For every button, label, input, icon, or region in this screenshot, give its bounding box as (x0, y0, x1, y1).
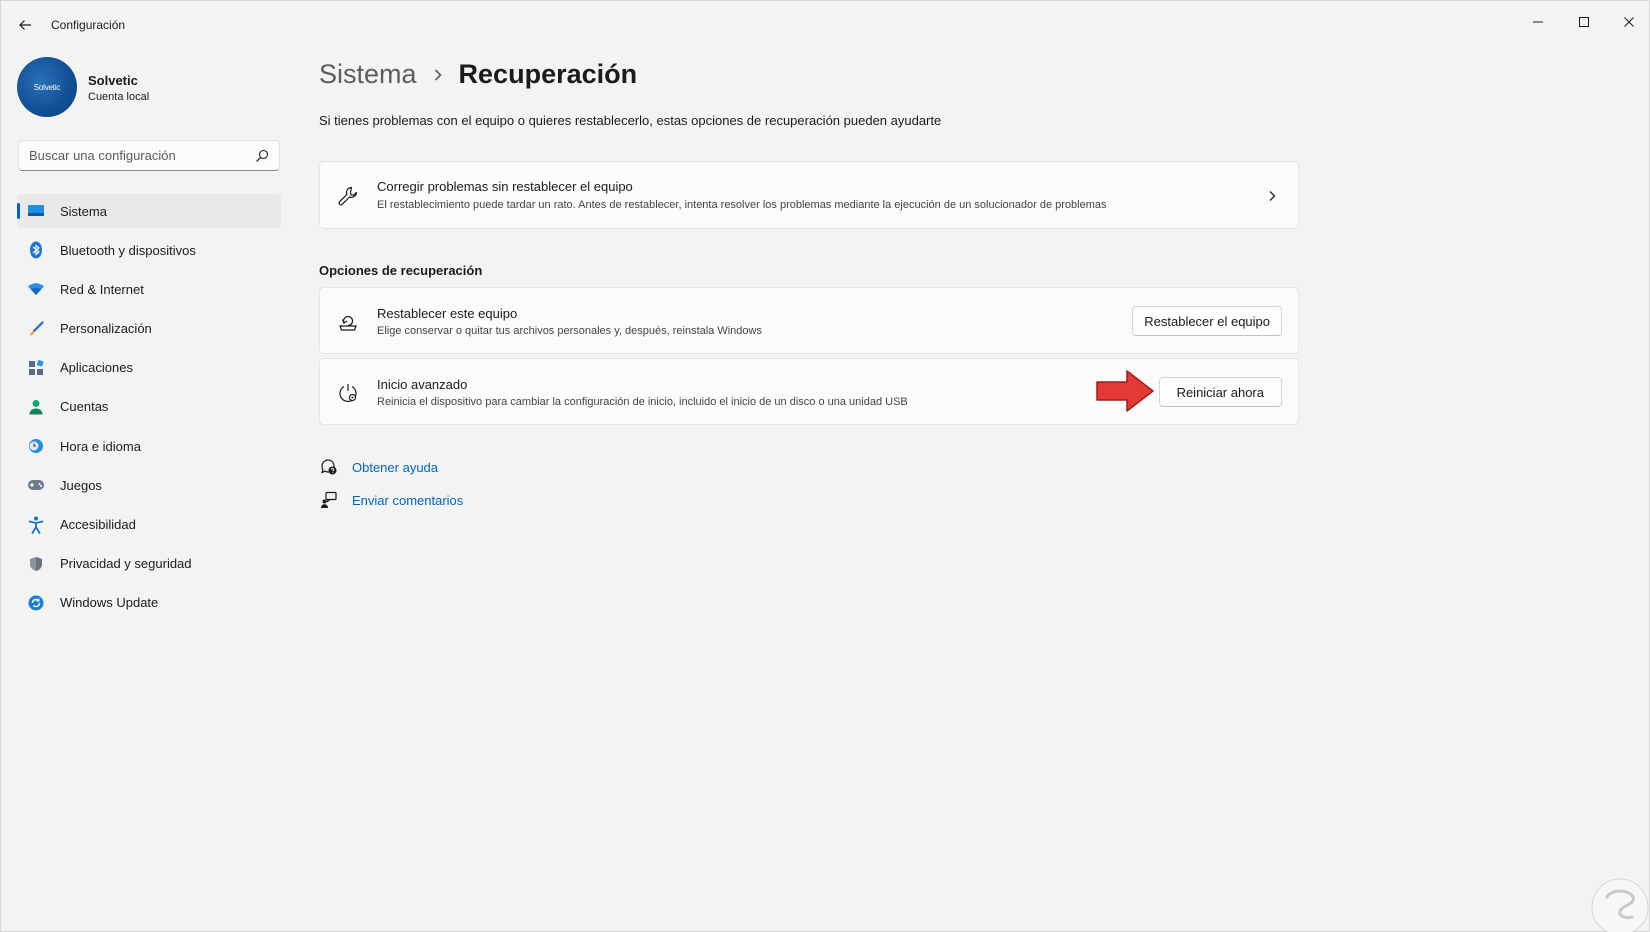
bluetooth-icon (27, 241, 45, 259)
sidebar-item-red[interactable]: Red & Internet (17, 272, 281, 306)
maximize-icon (1579, 17, 1589, 27)
send-feedback-text[interactable]: Enviar comentarios (352, 493, 463, 508)
app-title: Configuración (51, 18, 126, 32)
sidebar-item-privacidad[interactable]: Privacidad y seguridad (17, 547, 281, 581)
maximize-button[interactable] (1561, 7, 1607, 37)
fix-problems-subtitle: El restablecimiento puede tardar un rato… (377, 199, 1107, 211)
sidebar-item-bluetooth[interactable]: Bluetooth y dispositivos (17, 233, 281, 267)
sidebar-item-personalizacion[interactable]: Personalización (17, 312, 281, 346)
watermark-logo-icon (1591, 878, 1649, 932)
breadcrumb: Sistema Recuperación (319, 59, 637, 90)
page-title: Recuperación (458, 59, 638, 89)
search-box (18, 140, 280, 171)
avatar[interactable]: Solvetic (17, 57, 77, 117)
arrow-left-icon (19, 20, 31, 30)
minimize-button[interactable] (1515, 7, 1561, 37)
breadcrumb-separator (433, 68, 443, 82)
brush-icon (27, 320, 45, 338)
title-bar: Configuración (1, 1, 1649, 49)
minimize-icon (1533, 21, 1543, 23)
chevron-right-icon (434, 68, 442, 81)
close-icon (1624, 17, 1634, 27)
sidebar-item-label: Hora e idioma (60, 438, 141, 454)
clock-globe-icon (27, 437, 45, 455)
advanced-startup-title: Inicio avanzado (377, 377, 468, 392)
chevron-right-icon (1269, 191, 1276, 201)
sidebar-item-hora-idioma[interactable]: Hora e idioma (17, 429, 281, 463)
sidebar-item-label: Aplicaciones (60, 360, 133, 376)
back-button[interactable] (13, 13, 37, 37)
sidebar-item-accesibilidad[interactable]: Accesibilidad (17, 508, 281, 542)
search-icon[interactable] (255, 149, 269, 163)
sidebar-item-label: Juegos (60, 477, 102, 493)
feedback-icon (319, 490, 339, 510)
apps-icon (27, 359, 45, 377)
sidebar-item-label: Windows Update (60, 595, 159, 611)
search-input[interactable] (19, 141, 249, 170)
sidebar-item-label: Red & Internet (60, 281, 144, 297)
sidebar-item-juegos[interactable]: Juegos (17, 468, 281, 502)
sidebar-item-label: Privacidad y seguridad (60, 556, 192, 572)
sidebar-item-label: Personalización (60, 321, 152, 337)
profile-name: Solvetic (88, 73, 138, 88)
accessibility-icon (27, 516, 45, 534)
close-button[interactable] (1606, 7, 1650, 37)
restart-now-button[interactable]: Reiniciar ahora (1158, 377, 1282, 407)
sidebar-item-label: Cuentas (60, 399, 109, 415)
profile-account-type: Cuenta local (88, 91, 150, 103)
advanced-startup-icon (336, 381, 360, 405)
reset-pc-title: Restablecer este equipo (377, 306, 518, 321)
sidebar-item-cuentas[interactable]: Cuentas (17, 390, 281, 424)
help-icon (319, 457, 339, 477)
page-description: Si tienes problemas con el equipo o quie… (319, 113, 942, 128)
update-icon (27, 594, 45, 612)
person-icon (27, 398, 45, 416)
reset-pc-subtitle: Elige conservar o quitar tus archivos pe… (377, 325, 762, 337)
breadcrumb-parent[interactable]: Sistema (319, 59, 417, 90)
get-help-text[interactable]: Obtener ayuda (352, 460, 438, 475)
send-feedback-link[interactable]: Enviar comentarios (319, 490, 463, 510)
get-help-link[interactable]: Obtener ayuda (319, 457, 438, 477)
advanced-startup-subtitle: Reinicia el dispositivo para cambiar la … (377, 396, 908, 408)
fix-problems-card[interactable]: Corregir problemas sin restablecer el eq… (319, 161, 1299, 229)
wrench-icon (336, 184, 360, 208)
wifi-icon (27, 280, 45, 298)
fix-problems-title: Corregir problemas sin restablecer el eq… (377, 179, 633, 194)
red-arrow-annotation-icon (1096, 370, 1154, 412)
sidebar-item-label: Bluetooth y dispositivos (60, 242, 196, 258)
sidebar-item-label: Sistema (60, 203, 107, 219)
monitor-icon (27, 202, 45, 220)
sidebar-item-windows-update[interactable]: Windows Update (17, 586, 281, 620)
reset-pc-card: Restablecer este equipo Elige conservar … (319, 287, 1299, 354)
settings-window: Configuración Solvetic Solvetic Cuenta l… (0, 0, 1650, 932)
sidebar-item-aplicaciones[interactable]: Aplicaciones (17, 351, 281, 385)
sidebar-nav: Sistema Bluetooth y dispositivos Red & I… (17, 194, 281, 625)
gamepad-icon (27, 476, 45, 494)
recovery-section-title: Opciones de recuperación (319, 263, 483, 278)
avatar-logo-text: Solvetic (33, 82, 61, 92)
sidebar-item-sistema[interactable]: Sistema (17, 194, 281, 228)
sidebar-item-label: Accesibilidad (60, 517, 136, 532)
shield-icon (27, 555, 45, 573)
reset-pc-button[interactable]: Restablecer el equipo (1132, 306, 1282, 336)
reset-pc-icon (336, 310, 360, 334)
